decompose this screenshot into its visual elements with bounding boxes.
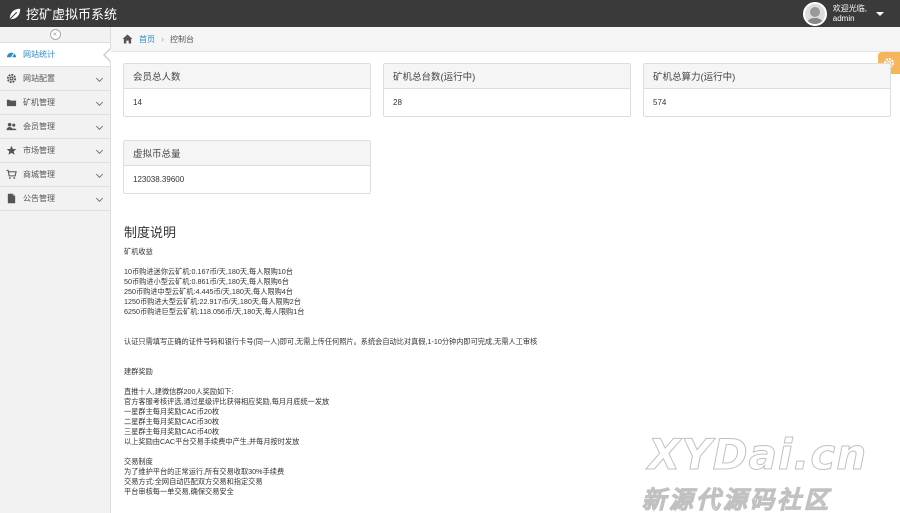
stat-card-title: 矿机总算力(运行中) bbox=[644, 64, 890, 89]
sidebar-item-shop[interactable]: 商城管理 bbox=[0, 163, 110, 187]
breadcrumb-separator: › bbox=[161, 34, 164, 44]
user-greeting: 欢迎光临, bbox=[832, 3, 867, 13]
chevron-down-icon bbox=[95, 194, 104, 203]
breadcrumb: 首页 › 控制台 bbox=[111, 27, 900, 52]
rules-line: 建群奖励 bbox=[124, 367, 153, 376]
rules-spacer bbox=[124, 447, 864, 457]
rules-line: 为了维护平台的正常运行,所有交易收取30%手续费 bbox=[124, 467, 285, 476]
rules-line: 三星群主每月奖励CAC币40枚 bbox=[124, 427, 220, 436]
rules-line: 6250币购进巨型云矿机:118.056币/天,180天,每人限购1台 bbox=[124, 307, 305, 316]
avatar bbox=[802, 1, 827, 26]
chevron-down-icon bbox=[95, 122, 104, 131]
sidebar-item-label: 会员管理 bbox=[23, 122, 55, 131]
stat-card-value: 14 bbox=[133, 98, 142, 107]
stat-card-coin-total: 虚拟币总量 123038.39600 bbox=[123, 140, 371, 194]
breadcrumb-home-link[interactable]: 首页 bbox=[139, 34, 155, 45]
user-name: admin bbox=[832, 13, 855, 23]
rules-section: 制度说明 矿机收益 10币购进迷你云矿机:0.167币/天,180天,每人限购10… bbox=[124, 224, 864, 497]
home-icon bbox=[122, 34, 133, 44]
leaf-icon bbox=[9, 8, 21, 20]
stat-card-value: 28 bbox=[393, 98, 402, 107]
rules-line: 10币购进迷你云矿机:0.167币/天,180天,每人限购10台 bbox=[124, 267, 293, 276]
users-icon bbox=[6, 122, 17, 131]
sidebar-item-notices[interactable]: 公告管理 bbox=[0, 187, 110, 211]
sidebar-item-dashboard[interactable]: 网站统计 bbox=[0, 43, 111, 67]
chevron-down-icon bbox=[95, 98, 104, 107]
chevron-down-icon bbox=[95, 146, 104, 155]
sidebar-item-label: 公告管理 bbox=[23, 194, 55, 203]
rules-spacer bbox=[124, 327, 864, 337]
rules-spacer bbox=[124, 347, 864, 357]
sidebar-item-label: 网站配置 bbox=[23, 74, 55, 83]
gear-icon bbox=[6, 73, 17, 84]
caret-down-icon bbox=[876, 11, 884, 16]
stat-card-miners: 矿机总台数(运行中) 28 bbox=[383, 63, 631, 117]
stat-card-title: 矿机总台数(运行中) bbox=[384, 64, 630, 89]
rules-line: 矿机收益 bbox=[124, 247, 153, 256]
rules-spacer bbox=[124, 377, 864, 387]
chevron-down-icon bbox=[95, 170, 104, 179]
stat-card-title: 会员总人数 bbox=[124, 64, 370, 89]
rules-line: 250币购进中型云矿机:4.445币/天,180天,每人限购4台 bbox=[124, 287, 293, 296]
breadcrumb-current: 控制台 bbox=[170, 34, 194, 44]
sidebar-item-label: 矿机管理 bbox=[23, 98, 55, 107]
rules-spacer bbox=[124, 257, 864, 267]
rules-line: 一星群主每月奖励CAC币20枚 bbox=[124, 407, 220, 416]
rules-line: 交易制度 bbox=[124, 457, 153, 466]
stat-card-hashpower: 矿机总算力(运行中) 574 bbox=[643, 63, 891, 117]
collapse-icon: « bbox=[49, 29, 61, 40]
stat-card-value: 123038.39600 bbox=[133, 175, 185, 184]
rules-line: 二星群主每月奖励CAC币30枚 bbox=[124, 417, 220, 426]
star-icon bbox=[6, 145, 17, 155]
top-bar: 挖矿虚拟币系统 欢迎光临, admin bbox=[0, 0, 900, 27]
sidebar-item-label: 商城管理 bbox=[23, 170, 55, 179]
sidebar-item-miners[interactable]: 矿机管理 bbox=[0, 91, 110, 115]
rules-line: 50币购进小型云矿机:0.861币/天,180天,每人限购6台 bbox=[124, 277, 289, 286]
rules-spacer bbox=[124, 317, 864, 327]
rules-line: 以上奖励由CAC平台交易手续费中产生,并每月按时发放 bbox=[124, 437, 300, 446]
sidebar-item-label: 市场管理 bbox=[23, 146, 55, 155]
rules-title: 制度说明 bbox=[124, 225, 177, 240]
rules-line: 直推十人,建微信群200人奖励如下: bbox=[124, 387, 234, 396]
file-icon bbox=[7, 193, 16, 204]
sidebar-item-market[interactable]: 市场管理 bbox=[0, 139, 110, 163]
rules-spacer bbox=[124, 357, 864, 367]
stat-card-members: 会员总人数 14 bbox=[123, 63, 371, 117]
rules-line: 认证只需填写正确的证件号码和银行卡号(同一人)即可,无需上传任何照片。系统会自动… bbox=[124, 337, 538, 346]
sidebar: « 网站统计 网站配置 矿机管理 会员管理 市场管理 商城管理 公告管理 bbox=[0, 27, 111, 513]
dashboard-icon bbox=[6, 52, 17, 58]
brand[interactable]: 挖矿虚拟币系统 bbox=[8, 0, 117, 27]
folder-icon bbox=[6, 99, 17, 107]
sidebar-collapse[interactable]: « bbox=[0, 27, 110, 43]
sidebar-item-members[interactable]: 会员管理 bbox=[0, 115, 110, 139]
app-title: 挖矿虚拟币系统 bbox=[26, 7, 118, 22]
stat-card-title: 虚拟币总量 bbox=[124, 141, 370, 166]
sidebar-item-label: 网站统计 bbox=[23, 50, 55, 59]
sidebar-item-site-config[interactable]: 网站配置 bbox=[0, 67, 110, 91]
rules-line: 平台审核每一单交易,确保交易安全 bbox=[124, 487, 234, 496]
rules-content: 矿机收益 10币购进迷你云矿机:0.167币/天,180天,每人限购10台 50币购… bbox=[124, 247, 864, 497]
rules-line: 交易方式:全网自动匹配双方交易和指定交易 bbox=[124, 477, 263, 486]
chevron-down-icon bbox=[95, 74, 104, 83]
cart-icon bbox=[6, 169, 17, 179]
rules-line: 官方客服考核评选,通过星级评比获得相应奖励,每月月底统一发放 bbox=[124, 397, 330, 406]
user-menu[interactable]: 欢迎光临, admin bbox=[802, 1, 884, 26]
rules-line: 1250币购进大型云矿机:22.917币/天,180天,每人限购2台 bbox=[124, 297, 301, 306]
stat-card-value: 574 bbox=[653, 98, 667, 107]
